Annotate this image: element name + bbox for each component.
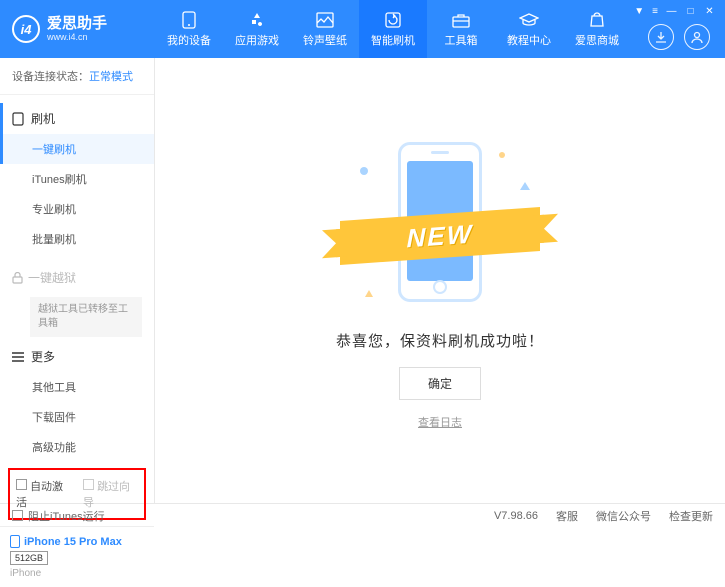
download-button[interactable] xyxy=(648,24,674,50)
phone-icon xyxy=(179,11,199,29)
footer-block-itunes[interactable]: 阻止iTunes运行 xyxy=(12,508,105,524)
sidebar-section-flash: 刷机 一键刷机 iTunes刷机 专业刷机 批量刷机 xyxy=(0,95,154,262)
sidebar: 设备连接状态：正常模式 刷机 一键刷机 iTunes刷机 专业刷机 批量刷机 一… xyxy=(0,58,155,503)
nav-label: 智能刷机 xyxy=(371,32,415,48)
version-label: V7.98.66 xyxy=(494,510,538,522)
sidebar-header-more[interactable]: 更多 xyxy=(0,341,154,372)
success-illustration: NEW xyxy=(330,132,550,312)
jailbreak-label: 一键越狱 xyxy=(28,269,76,286)
minimize-button[interactable]: — xyxy=(666,6,677,17)
flash-small-icon xyxy=(12,112,24,126)
nav-tab-flash[interactable]: 智能刷机 xyxy=(359,0,427,58)
nav-tab-toolbox[interactable]: 工具箱 xyxy=(427,0,495,58)
menu-lines-icon[interactable]: ≡ xyxy=(652,6,658,17)
store-icon xyxy=(587,11,607,29)
sidebar-item-other[interactable]: 其他工具 xyxy=(0,372,154,402)
nav-label: 应用游戏 xyxy=(235,32,279,48)
jailbreak-note: 越狱工具已转移至工具箱 xyxy=(30,297,142,337)
logo-area: i4 爱思助手 www.i4.cn xyxy=(0,15,155,43)
view-log-link[interactable]: 查看日志 xyxy=(418,414,462,430)
nav-tab-apps[interactable]: 应用游戏 xyxy=(223,0,291,58)
checkbox-skip-setup[interactable]: 跳过向导 xyxy=(83,478,138,510)
nav-label: 工具箱 xyxy=(445,32,478,48)
nav-tab-device[interactable]: 我的设备 xyxy=(155,0,223,58)
device-storage: 512GB xyxy=(10,551,48,565)
device-name: iPhone 15 Pro Max xyxy=(10,535,144,548)
tutorial-icon xyxy=(519,11,539,29)
nav-tab-ringtone[interactable]: 铃声壁纸 xyxy=(291,0,359,58)
checkbox-icon xyxy=(12,510,23,521)
nav-tab-store[interactable]: 爱思商城 xyxy=(563,0,631,58)
footer-link-wechat[interactable]: 微信公众号 xyxy=(596,508,651,524)
status-value: 正常模式 xyxy=(89,71,133,83)
nav-label: 教程中心 xyxy=(507,32,551,48)
nav-tabs: 我的设备 应用游戏 铃声壁纸 智能刷机 工具箱 教程中心 爱思商城 xyxy=(155,0,631,58)
nav-label: 我的设备 xyxy=(167,32,211,48)
device-type: iPhone xyxy=(10,568,144,579)
connection-status: 设备连接状态：正常模式 xyxy=(0,58,154,95)
device-info[interactable]: iPhone 15 Pro Max 512GB iPhone xyxy=(0,526,154,587)
lock-icon xyxy=(12,272,23,284)
nav-label: 铃声壁纸 xyxy=(303,32,347,48)
sidebar-item-itunes[interactable]: iTunes刷机 xyxy=(0,164,154,194)
main-content: NEW 恭喜您，保资料刷机成功啦！ 确定 查看日志 xyxy=(155,58,725,503)
nav-tab-tutorial[interactable]: 教程中心 xyxy=(495,0,563,58)
header-actions xyxy=(648,24,710,50)
sidebar-item-oneclick[interactable]: 一键刷机 xyxy=(0,134,154,164)
window-controls: ▼ ≡ — □ ✕ xyxy=(634,6,715,17)
confirm-button[interactable]: 确定 xyxy=(399,367,481,400)
toolbox-icon xyxy=(451,11,471,29)
wallpaper-icon xyxy=(315,11,335,29)
user-button[interactable] xyxy=(684,24,710,50)
nav-label: 爱思商城 xyxy=(575,32,619,48)
sidebar-header-flash[interactable]: 刷机 xyxy=(0,103,154,134)
sidebar-header-jailbreak: 一键越狱 xyxy=(0,262,154,293)
checkbox-auto-activate[interactable]: 自动激活 xyxy=(16,478,71,510)
flash-icon xyxy=(383,11,403,29)
logo-icon: i4 xyxy=(12,15,40,43)
list-icon xyxy=(12,352,24,362)
app-title: 爱思助手 xyxy=(47,16,107,32)
footer-link-support[interactable]: 客服 xyxy=(556,508,578,524)
success-message: 恭喜您，保资料刷机成功啦！ xyxy=(336,330,544,351)
sidebar-item-pro[interactable]: 专业刷机 xyxy=(0,194,154,224)
logo-text: 爱思助手 www.i4.cn xyxy=(47,16,107,42)
sidebar-item-advanced[interactable]: 高级功能 xyxy=(0,432,154,462)
more-label: 更多 xyxy=(31,348,55,365)
new-ribbon: NEW xyxy=(340,207,540,265)
status-label: 设备连接状态： xyxy=(12,71,89,83)
apps-icon xyxy=(247,11,267,29)
sidebar-item-firmware[interactable]: 下载固件 xyxy=(0,402,154,432)
sidebar-header-label: 刷机 xyxy=(31,110,55,127)
body-area: 设备连接状态：正常模式 刷机 一键刷机 iTunes刷机 专业刷机 批量刷机 一… xyxy=(0,58,725,503)
menu-icon[interactable]: ▼ xyxy=(634,6,644,17)
app-header: i4 爱思助手 www.i4.cn 我的设备 应用游戏 铃声壁纸 智能刷机 工具… xyxy=(0,0,725,58)
maximize-button[interactable]: □ xyxy=(685,6,696,17)
app-url: www.i4.cn xyxy=(47,32,107,42)
close-button[interactable]: ✕ xyxy=(704,6,715,17)
footer-link-update[interactable]: 检查更新 xyxy=(669,508,713,524)
device-phone-icon xyxy=(10,535,20,548)
sidebar-item-batch[interactable]: 批量刷机 xyxy=(0,224,154,254)
